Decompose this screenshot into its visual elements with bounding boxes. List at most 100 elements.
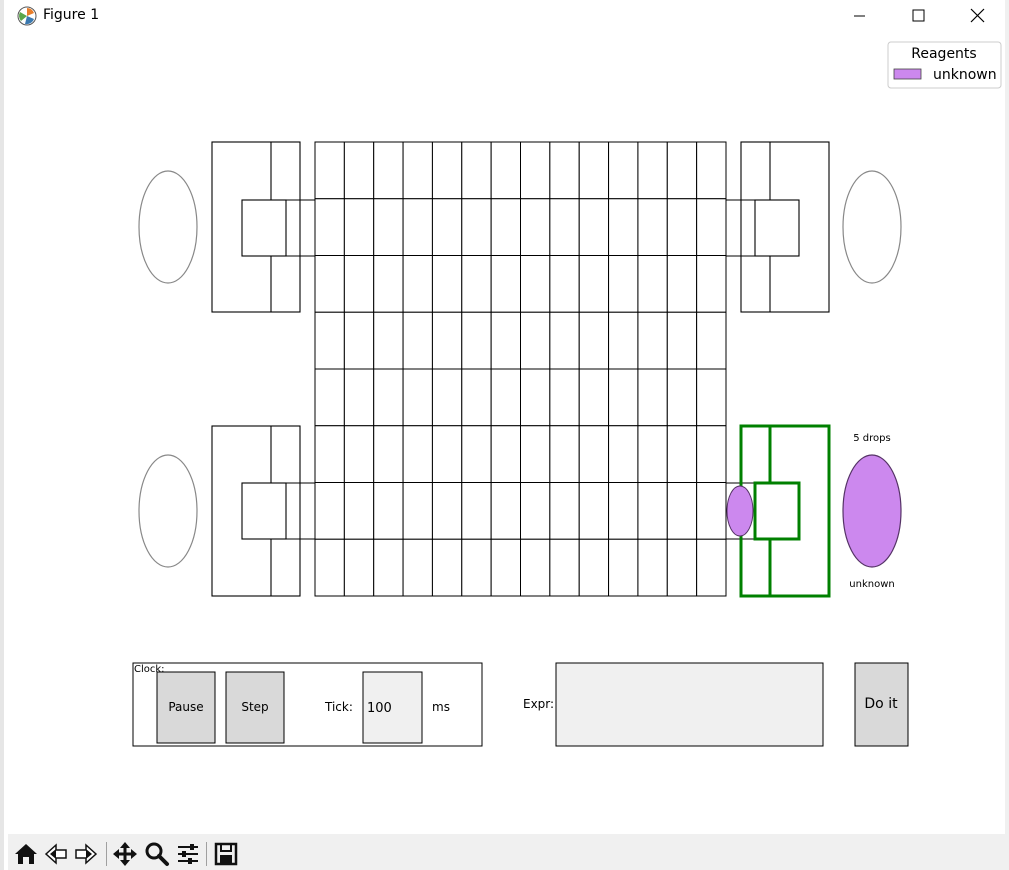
electrode-cell[interactable] xyxy=(520,141,551,200)
electrode-cell[interactable] xyxy=(666,538,698,597)
electrode-cell[interactable] xyxy=(461,255,492,313)
electrode-cell[interactable] xyxy=(578,141,610,200)
electrode-cell[interactable] xyxy=(343,141,375,200)
electrode-cell[interactable] xyxy=(578,198,610,256)
electrode-cell[interactable] xyxy=(696,255,727,313)
electrode-cell[interactable] xyxy=(343,198,375,256)
figure-canvas[interactable]: Reagents unknown 5 drops unknown Clock: … xyxy=(8,32,1009,834)
electrode-cell[interactable] xyxy=(637,368,668,427)
electrode-cell[interactable] xyxy=(549,482,580,540)
electrode-cell[interactable] xyxy=(520,538,551,597)
electrode-cell[interactable] xyxy=(490,311,521,370)
save-icon[interactable] xyxy=(212,840,240,868)
electrode-cell[interactable] xyxy=(666,255,698,313)
electrode-cell[interactable] xyxy=(549,368,580,427)
minimize-icon[interactable] xyxy=(836,0,882,32)
electrode-cell[interactable] xyxy=(314,255,345,313)
electrode-cell[interactable] xyxy=(402,198,433,256)
electrode-cell[interactable] xyxy=(490,141,521,200)
electrode-cell[interactable] xyxy=(520,368,551,427)
electrode-cell[interactable] xyxy=(343,368,375,427)
electrode-cell[interactable] xyxy=(608,482,639,540)
electrode-cell[interactable] xyxy=(696,482,727,540)
pause-button[interactable]: Pause xyxy=(156,671,216,744)
electrode-cell[interactable] xyxy=(490,425,521,483)
reservoir-well-bottom-left[interactable] xyxy=(138,454,198,568)
electrode-cell[interactable] xyxy=(520,311,551,370)
maximize-icon[interactable] xyxy=(895,0,941,32)
electrode-cell[interactable] xyxy=(608,255,639,313)
zoom-icon[interactable] xyxy=(143,840,171,868)
electrode-cell[interactable] xyxy=(578,538,610,597)
electrode-cell[interactable] xyxy=(666,482,698,540)
electrode-cell[interactable] xyxy=(343,425,375,483)
electrode-cell[interactable] xyxy=(461,368,492,427)
electrode-cell[interactable] xyxy=(461,538,492,597)
electrode-cell[interactable] xyxy=(314,141,345,200)
electrode-cell[interactable] xyxy=(431,141,463,200)
expr-input[interactable] xyxy=(555,662,824,747)
electrode-cell[interactable] xyxy=(578,368,610,427)
electrode-cell[interactable] xyxy=(343,311,375,370)
do-it-button[interactable]: Do it xyxy=(854,662,909,747)
electrode-cell[interactable] xyxy=(637,425,668,483)
configure-icon[interactable] xyxy=(174,840,202,868)
electrode-cell[interactable] xyxy=(373,368,404,427)
electrode-cell[interactable] xyxy=(314,368,345,427)
electrode-cell[interactable] xyxy=(578,311,610,370)
electrode-cell[interactable] xyxy=(314,538,345,597)
electrode-cell[interactable] xyxy=(373,198,404,256)
electrode-cell[interactable] xyxy=(490,538,521,597)
pan-icon[interactable] xyxy=(111,840,139,868)
reagent-reservoir[interactable] xyxy=(842,454,902,568)
electrode-cell[interactable] xyxy=(608,368,639,427)
reservoir-well-top-right[interactable] xyxy=(842,170,902,284)
electrode-cell[interactable] xyxy=(696,198,727,256)
electrode-cell[interactable] xyxy=(608,198,639,256)
electrode-cell[interactable] xyxy=(402,538,433,597)
electrode-cell[interactable] xyxy=(578,482,610,540)
electrode-cell[interactable] xyxy=(666,311,698,370)
home-icon[interactable] xyxy=(12,840,40,868)
electrode-cell[interactable] xyxy=(402,482,433,540)
electrode-cell[interactable] xyxy=(343,255,375,313)
electrode-cell[interactable] xyxy=(608,141,639,200)
electrode-cell[interactable] xyxy=(314,198,345,256)
electrode-cell[interactable] xyxy=(637,141,668,200)
electrode-cell[interactable] xyxy=(520,198,551,256)
electrode-cell[interactable] xyxy=(696,141,727,200)
electrode-cell[interactable] xyxy=(490,255,521,313)
electrode-cell[interactable] xyxy=(490,482,521,540)
electrode-cell[interactable] xyxy=(402,311,433,370)
electrode-cell[interactable] xyxy=(637,538,668,597)
electrode-cell[interactable] xyxy=(402,425,433,483)
back-icon[interactable] xyxy=(42,840,70,868)
electrode-cell[interactable] xyxy=(666,368,698,427)
droplet[interactable] xyxy=(726,485,754,537)
electrode-cell[interactable] xyxy=(696,538,727,597)
electrode-cell[interactable] xyxy=(520,482,551,540)
electrode-cell[interactable] xyxy=(373,141,404,200)
electrode-cell[interactable] xyxy=(373,482,404,540)
electrode-cell[interactable] xyxy=(608,425,639,483)
electrode-cell[interactable] xyxy=(373,425,404,483)
electrode-cell[interactable] xyxy=(314,311,345,370)
tick-input[interactable]: 100 xyxy=(362,671,423,744)
reservoir-well-top-left[interactable] xyxy=(138,170,198,284)
electrode-cell[interactable] xyxy=(549,198,580,256)
electrode-cell[interactable] xyxy=(549,425,580,483)
electrode-cell[interactable] xyxy=(373,538,404,597)
electrode-cell[interactable] xyxy=(402,255,433,313)
selected-port[interactable] xyxy=(739,424,831,598)
electrode-cell[interactable] xyxy=(431,482,463,540)
electrode-cell[interactable] xyxy=(490,368,521,427)
electrode-cell[interactable] xyxy=(431,198,463,256)
electrode-cell[interactable] xyxy=(578,425,610,483)
electrode-cell[interactable] xyxy=(343,538,375,597)
electrode-cell[interactable] xyxy=(314,425,345,483)
electrode-cell[interactable] xyxy=(373,311,404,370)
electrode-cell[interactable] xyxy=(461,311,492,370)
electrode-cell[interactable] xyxy=(431,368,463,427)
electrode-cell[interactable] xyxy=(608,538,639,597)
electrode-cell[interactable] xyxy=(373,255,404,313)
